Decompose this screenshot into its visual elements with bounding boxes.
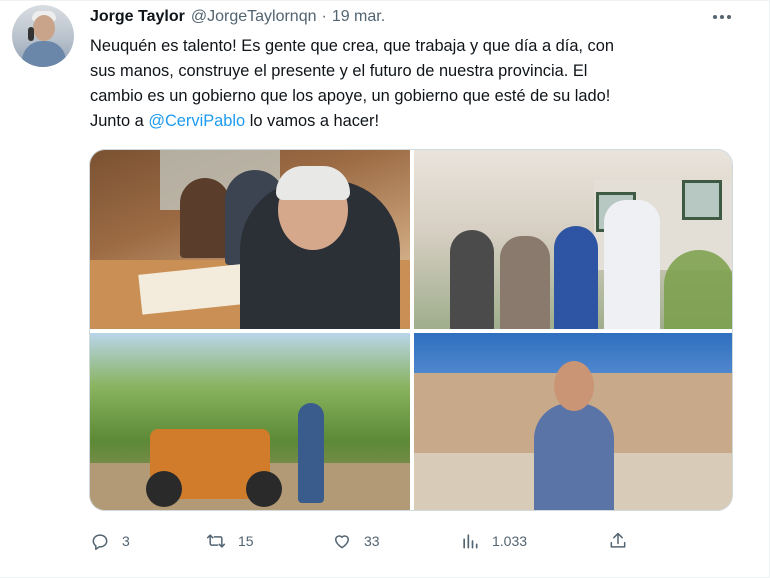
more-dot bbox=[713, 15, 717, 19]
separator-dot: · bbox=[321, 8, 327, 25]
plant bbox=[664, 250, 732, 329]
mention-link[interactable]: @CerviPablo bbox=[148, 112, 245, 130]
tweet-text: Neuquén es talento! Es gente que crea, q… bbox=[90, 34, 730, 134]
more-icon[interactable] bbox=[706, 5, 738, 29]
author-name[interactable]: Jorge Taylor bbox=[90, 8, 185, 26]
meeting-photo[interactable] bbox=[90, 150, 410, 329]
tweet-text-line-last: Junto a @CerviPablo lo vamos a hacer! bbox=[90, 109, 730, 134]
older-man-hair bbox=[276, 166, 350, 200]
like-button[interactable]: 33 bbox=[332, 528, 380, 554]
reply-button[interactable]: 3 bbox=[90, 528, 130, 554]
old-man-figure bbox=[534, 403, 614, 510]
tractor-wheel bbox=[246, 471, 282, 507]
like-count: 33 bbox=[364, 533, 380, 549]
person-figure bbox=[500, 236, 550, 329]
tweet[interactable]: Jorge Taylor @JorgeTaylornqn · 19 mar. N… bbox=[0, 0, 770, 578]
retweet-count: 15 bbox=[238, 533, 254, 549]
worker-figure bbox=[298, 403, 324, 503]
reply-count: 3 bbox=[122, 533, 130, 549]
person-figure bbox=[554, 226, 598, 329]
text-suffix: lo vamos a hacer! bbox=[245, 112, 380, 130]
share-button[interactable] bbox=[608, 528, 628, 554]
tractor-orchard-photo[interactable] bbox=[90, 333, 410, 510]
media-grid bbox=[89, 149, 733, 511]
window bbox=[682, 180, 722, 220]
tweet-header: Jorge Taylor @JorgeTaylornqn · 19 mar. bbox=[90, 7, 385, 27]
share-icon bbox=[610, 532, 626, 548]
person-figure bbox=[450, 230, 494, 329]
like-icon bbox=[335, 535, 349, 549]
more-dot bbox=[720, 15, 724, 19]
views-icon bbox=[463, 534, 478, 549]
tweet-text-line: cambio es un gobierno que los apoye, un … bbox=[90, 87, 611, 105]
woman-figure bbox=[180, 178, 230, 258]
tweet-text-line: sus manos, construye el presente y el fu… bbox=[90, 62, 588, 80]
views-count: 1.033 bbox=[492, 533, 528, 549]
tweet-text-line: Neuquén es talento! Es gente que crea, q… bbox=[90, 37, 614, 55]
avatar[interactable] bbox=[12, 5, 74, 67]
more-dot bbox=[727, 15, 731, 19]
old-man-head bbox=[554, 361, 594, 411]
author-handle[interactable]: @JorgeTaylornqn bbox=[191, 8, 317, 26]
text-prefix: Junto a bbox=[90, 112, 149, 130]
retweet-icon bbox=[206, 534, 226, 548]
person-figure bbox=[604, 200, 660, 329]
tweet-date[interactable]: 19 mar. bbox=[332, 8, 385, 26]
avatar-body bbox=[22, 41, 66, 67]
stone-house-photo[interactable] bbox=[414, 333, 732, 510]
tractor-wheel bbox=[146, 471, 182, 507]
reply-icon bbox=[92, 534, 108, 551]
microphone-icon bbox=[28, 27, 34, 41]
avatar-head bbox=[33, 15, 55, 41]
action-bar: 3 15 33 1.033 bbox=[90, 528, 730, 554]
views-button[interactable]: 1.033 bbox=[460, 528, 527, 554]
group-photo[interactable] bbox=[414, 150, 732, 329]
retweet-button[interactable]: 15 bbox=[206, 528, 254, 554]
